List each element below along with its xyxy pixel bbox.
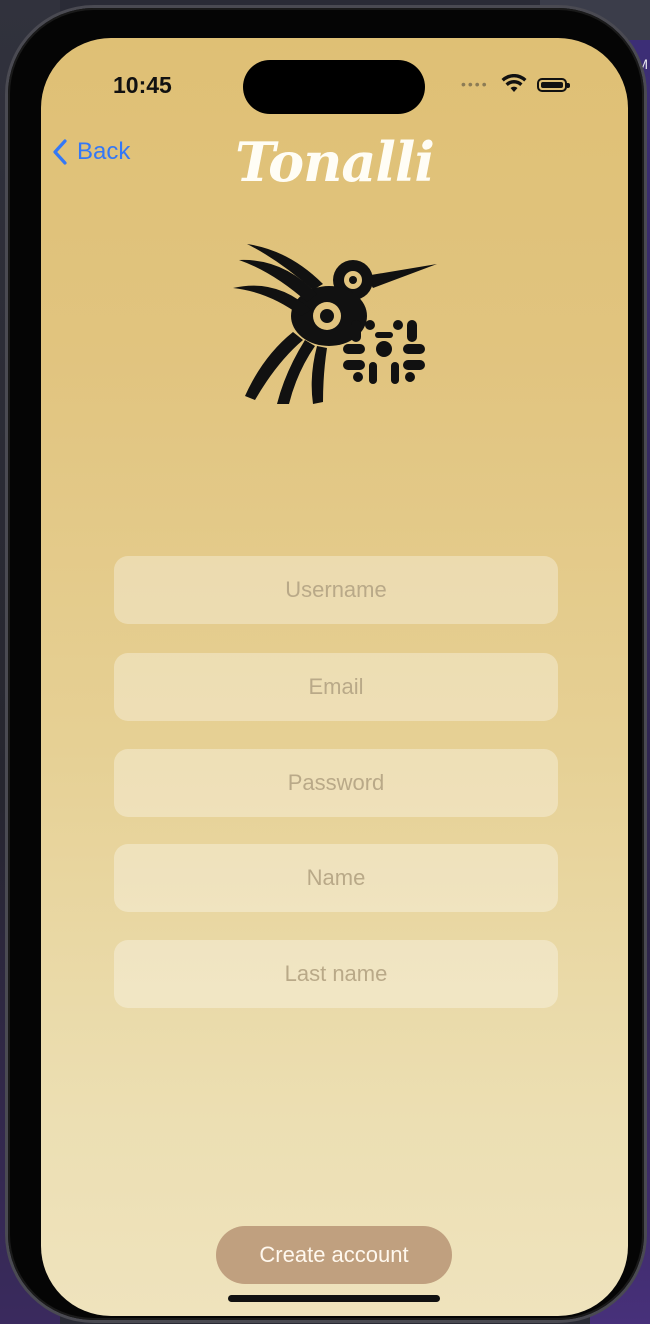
status-time: 10:45 xyxy=(113,72,172,98)
password-input[interactable] xyxy=(114,749,558,817)
hummingbird-logo xyxy=(233,244,437,404)
email-input[interactable] xyxy=(114,653,558,721)
battery-icon xyxy=(537,78,570,92)
signal-icon: •••• xyxy=(461,76,489,92)
last-name-input[interactable] xyxy=(114,940,558,1008)
create-account-button[interactable]: Create account xyxy=(216,1226,452,1284)
username-input[interactable] xyxy=(114,556,558,624)
wifi-icon xyxy=(501,74,527,92)
home-indicator[interactable] xyxy=(228,1295,440,1302)
app-title: Tonalli xyxy=(235,130,435,194)
name-input[interactable] xyxy=(114,844,558,912)
app-screen: 10:45 •••• Back Tonalli Username Email N… xyxy=(41,38,628,1316)
phone-frame: 10:45 •••• Back Tonalli Username Email N… xyxy=(8,8,644,1320)
dynamic-island xyxy=(243,60,425,114)
